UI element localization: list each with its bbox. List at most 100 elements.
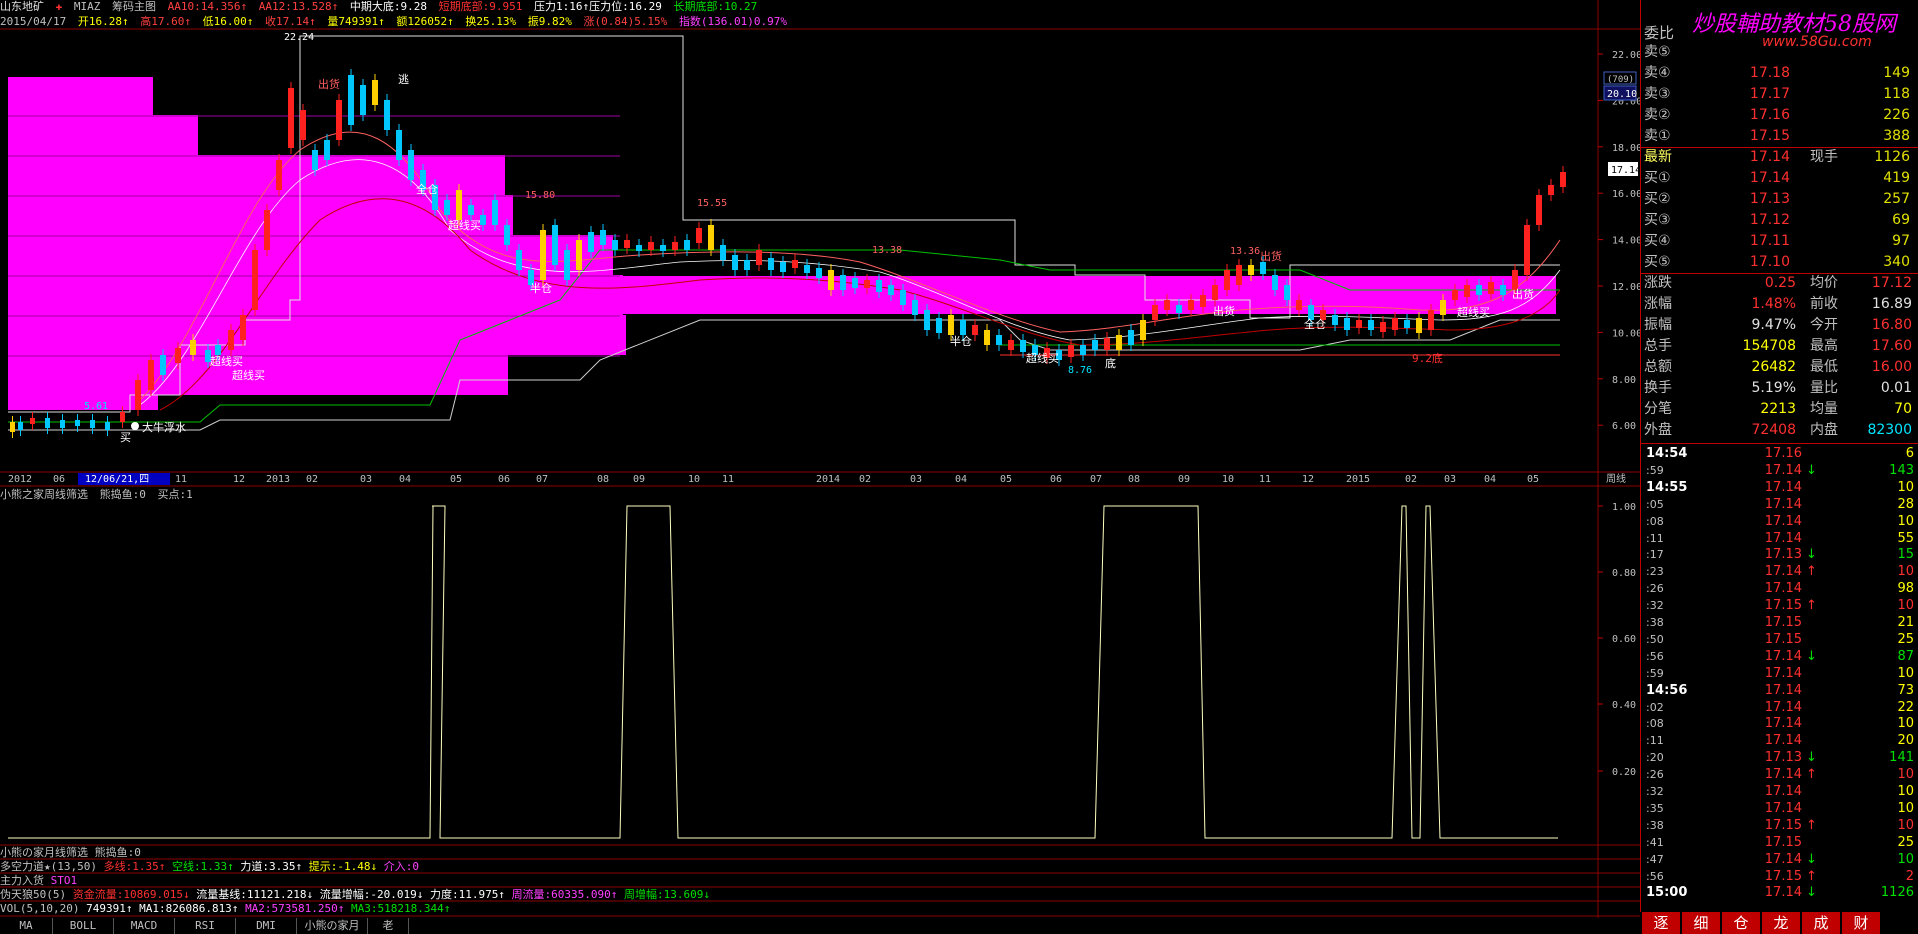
tab-lao[interactable]: 老 (368, 918, 409, 934)
bid-row[interactable]: 买② 17.13 257 (1640, 189, 1918, 210)
btab-cheng[interactable]: 成 (1802, 912, 1840, 934)
tick-price: 17.14 (1764, 784, 1802, 799)
signal-line (8, 505, 1558, 839)
ask-row[interactable]: 卖① 17.15 388 (1640, 126, 1918, 147)
ind-text3: MA2:573581.250↑ (245, 902, 345, 915)
date: 2015/04/17 (0, 15, 67, 28)
btab-long[interactable]: 龙 (1762, 912, 1800, 934)
candle (372, 80, 378, 105)
ask-price: 17.16 (1749, 107, 1790, 123)
candle (1020, 340, 1026, 352)
tick-vol: 73 (1897, 682, 1914, 698)
stat-label2: 最低 (1810, 359, 1838, 375)
ind-name: 多空力道★(13,50) (0, 860, 97, 873)
time-label: 03 (910, 474, 922, 485)
tick-vol: 20 (1897, 733, 1914, 749)
tick-vol: 10 (1897, 767, 1914, 783)
candle (984, 330, 990, 345)
annot: 超线买 (210, 354, 243, 368)
candle (60, 420, 65, 428)
tab-rsi[interactable]: RSI (175, 918, 236, 934)
tick-time: :47 (1646, 852, 1664, 866)
tab-dmi[interactable]: DMI (236, 918, 297, 934)
sub-buy: 买点:1 (157, 488, 193, 501)
stat-label2: 最高 (1810, 338, 1838, 354)
tick-row: :41 17.15 25 (1640, 834, 1918, 851)
tick-price: 17.14 (1764, 665, 1802, 681)
stat-label2: 今开 (1810, 317, 1838, 333)
annot: 出货 (1213, 304, 1235, 318)
tick-row: 14:54 17.16 6 (1640, 445, 1918, 462)
stat-label: 总额 (1644, 359, 1672, 375)
stat-value: 2213 (1760, 401, 1796, 417)
candle (588, 232, 594, 252)
candle (1428, 310, 1434, 330)
tick-arrow: ↑ (1806, 598, 1817, 614)
tick-time: :26 (1646, 582, 1664, 596)
btab-zhu[interactable]: 逐 (1642, 912, 1680, 934)
tick-time: :50 (1646, 632, 1664, 646)
price-label: 16.00 (1612, 189, 1640, 200)
candle (1392, 318, 1398, 330)
current-price: 17.14 (1611, 165, 1640, 176)
tick-time: :17 (1646, 548, 1664, 562)
candle (215, 345, 221, 355)
annot: 13.36 (1230, 246, 1260, 257)
time-label: 03 (360, 474, 372, 485)
ind-text4: MA3:518218.344↑ (351, 902, 451, 915)
annot: 买 (120, 431, 131, 444)
tab-boll[interactable]: BOLL (53, 918, 114, 934)
stock-name[interactable]: 山东地矿 (0, 0, 44, 13)
candle (1452, 290, 1458, 300)
candle (1128, 330, 1134, 345)
header-row-1: 山东地矿 ✚ MIAZ 筹码主图 AA10:14.356↑ AA12:13.52… (0, 0, 762, 14)
ind-name: 伪天狼50(5) (0, 888, 67, 901)
candle (228, 330, 234, 350)
candle (1164, 300, 1170, 310)
stat-row: 涨跌 0.25 均价 17.12 (1640, 273, 1918, 294)
tick-price: 17.15 (1764, 631, 1802, 647)
ask-row[interactable]: 卖⑤ (1640, 42, 1918, 63)
ask-row[interactable]: 卖④ 17.18 149 (1640, 63, 1918, 84)
candle (10, 422, 15, 432)
sub-axis-label: 0.40 (1612, 700, 1636, 711)
tick-vol: 10 (1897, 598, 1914, 614)
tab-xiaoxiong[interactable]: 小熊の家月 (297, 918, 368, 934)
stat-value2: 16.89 (1871, 296, 1912, 312)
indicator-row-5: VOL(5,10,20) 749391↑ MA1:826086.813↑ MA2… (0, 902, 450, 916)
amount: 额126052↑ (396, 15, 454, 28)
candle (105, 422, 110, 430)
tick-price: 17.14 (1764, 530, 1802, 546)
annot: 大牛浮水 (142, 420, 186, 434)
candle (468, 205, 474, 215)
ask-row[interactable]: 卖③ 17.17 118 (1640, 84, 1918, 105)
bid-row[interactable]: 买⑤ 17.10 340 (1640, 252, 1918, 273)
bid-label: 买④ (1644, 233, 1671, 249)
tab-ma[interactable]: MA (0, 918, 53, 934)
btab-cang[interactable]: 仓 (1722, 912, 1760, 934)
candle (408, 150, 414, 180)
period-label: 周线 (1606, 472, 1626, 485)
btab-xi[interactable]: 细 (1682, 912, 1720, 934)
time-label: 09 (633, 474, 645, 485)
stat-row: 总手 154708 最高 17.60 (1640, 336, 1918, 357)
aa10: AA10:14.356↑ (167, 0, 248, 13)
bid-row[interactable]: 买① 17.14 419 (1640, 168, 1918, 189)
tick-price: 17.16 (1764, 446, 1802, 461)
bid-price: 17.13 (1749, 191, 1790, 207)
tick-time: :11 (1646, 734, 1664, 748)
bid-price: 17.12 (1749, 212, 1790, 228)
btab-cai[interactable]: 财 (1842, 912, 1880, 934)
plus-icon[interactable]: ✚ (56, 0, 63, 13)
tab-macd[interactable]: MACD (114, 918, 175, 934)
tick-vol: 10 (1897, 665, 1914, 681)
candle (444, 200, 450, 215)
tick-price: 17.14 (1764, 733, 1802, 749)
bid-row[interactable]: 买③ 17.12 69 (1640, 210, 1918, 231)
tick-time: :20 (1646, 751, 1664, 765)
bid-row[interactable]: 买④ 17.11 97 (1640, 231, 1918, 252)
ask-row[interactable]: 卖② 17.16 226 (1640, 105, 1918, 126)
time-label: 07 (536, 474, 548, 485)
candle (576, 240, 582, 270)
time-cursor-label: 12/06/21,四 (85, 474, 149, 485)
